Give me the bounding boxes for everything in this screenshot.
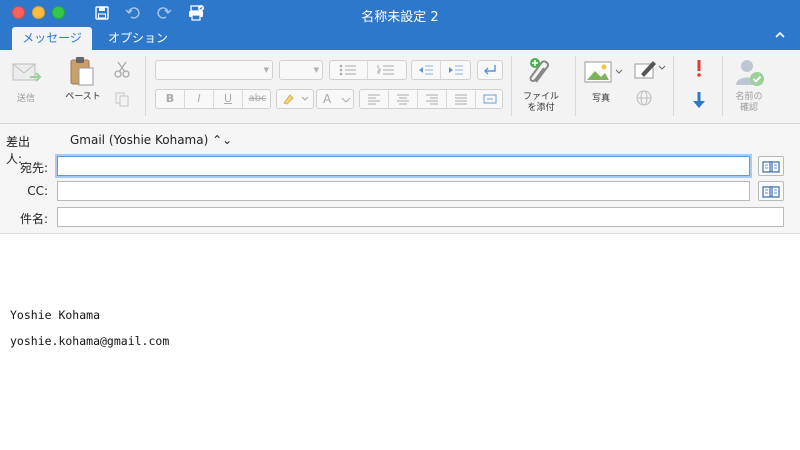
to-address-book-button[interactable] — [758, 156, 784, 176]
subject-field[interactable] — [57, 207, 784, 227]
justify-icon[interactable] — [447, 90, 476, 108]
ribbon: 送信 ペースト ▼ ▼ B I U abc A ファイル を添付 写真 名前の … — [0, 50, 800, 124]
signature-email: yoshie.kohama@gmail.com — [10, 334, 170, 348]
paste-icon[interactable] — [68, 56, 96, 88]
paste-button-label[interactable]: ペースト — [62, 92, 104, 103]
cc-label: CC: — [27, 184, 48, 198]
subject-label: 件名: — [19, 212, 48, 226]
bold-button[interactable]: B — [156, 90, 185, 108]
message-header: 差出人: Gmail (Yoshie Kohama) ⌃⌄ 宛先: CC: 件名… — [0, 124, 800, 234]
numbered-list-icon[interactable] — [368, 61, 406, 79]
line-break-icon[interactable] — [477, 60, 503, 80]
increase-indent-icon[interactable] — [441, 61, 470, 79]
font-color-button[interactable]: A — [316, 89, 354, 109]
to-label: 宛先: — [19, 161, 48, 175]
indent-buttons-group — [411, 60, 471, 80]
font-name-dropdown[interactable]: ▼ — [155, 60, 273, 80]
ribbon-separator — [145, 56, 146, 116]
paperclip-icon[interactable] — [526, 56, 556, 88]
send-icon[interactable] — [10, 58, 42, 90]
italic-button[interactable]: I — [185, 90, 214, 108]
distribute-icon[interactable] — [476, 90, 503, 108]
format-buttons-group: B I U abc — [155, 89, 271, 109]
low-importance-icon[interactable] — [691, 90, 707, 110]
decrease-indent-icon[interactable] — [412, 61, 441, 79]
check-names-icon[interactable] — [734, 57, 766, 89]
to-field[interactable] — [57, 156, 750, 176]
address-book-icon — [762, 161, 780, 173]
align-left-icon[interactable] — [360, 90, 389, 108]
ribbon-tab-strip: メッセージ オプション — [0, 27, 800, 50]
font-size-dropdown[interactable]: ▼ — [279, 60, 323, 80]
align-center-icon[interactable] — [389, 90, 418, 108]
ribbon-separator — [673, 56, 674, 116]
ribbon-separator — [722, 56, 723, 116]
underline-button[interactable]: U — [214, 90, 243, 108]
cc-field[interactable] — [57, 181, 750, 201]
cut-icon[interactable] — [113, 60, 131, 78]
photo-icon[interactable] — [584, 60, 624, 84]
list-buttons-group — [329, 60, 407, 80]
alignment-buttons-group — [359, 89, 503, 109]
strikethrough-button[interactable]: abc — [243, 90, 272, 108]
highlight-button[interactable] — [276, 89, 314, 109]
title-bar: 名称未設定 2 — [0, 0, 800, 27]
high-importance-icon[interactable] — [691, 58, 707, 78]
attach-file-label-1[interactable]: ファイル — [514, 92, 568, 103]
send-button-label[interactable]: 送信 — [10, 94, 42, 105]
align-right-icon[interactable] — [418, 90, 447, 108]
attach-file-label-2[interactable]: を添付 — [514, 103, 568, 114]
ribbon-separator — [575, 56, 576, 116]
copy-icon[interactable] — [114, 91, 130, 107]
bullet-list-icon[interactable] — [330, 61, 368, 79]
ribbon-separator — [511, 56, 512, 116]
font-color-icon: A — [323, 92, 332, 106]
tab-message[interactable]: メッセージ — [12, 27, 92, 50]
address-book-icon — [762, 186, 780, 198]
message-body-editor[interactable]: Yoshie Kohama yoshie.kohama@gmail.com — [0, 235, 800, 450]
signature-icon[interactable] — [633, 58, 667, 80]
collapse-ribbon-chevron-icon[interactable] — [774, 29, 786, 44]
signature-name: Yoshie Kohama — [10, 308, 101, 322]
globe-icon[interactable] — [634, 88, 654, 108]
check-names-label-1[interactable]: 名前の — [726, 92, 772, 103]
tab-options[interactable]: オプション — [96, 27, 180, 50]
window-title: 名称未設定 2 — [361, 10, 439, 25]
from-account-selector[interactable]: Gmail (Yoshie Kohama) ⌃⌄ — [70, 133, 232, 147]
cc-address-book-button[interactable] — [758, 181, 784, 201]
check-names-label-2[interactable]: 確認 — [726, 103, 772, 114]
photo-button-label[interactable]: 写真 — [584, 94, 618, 105]
